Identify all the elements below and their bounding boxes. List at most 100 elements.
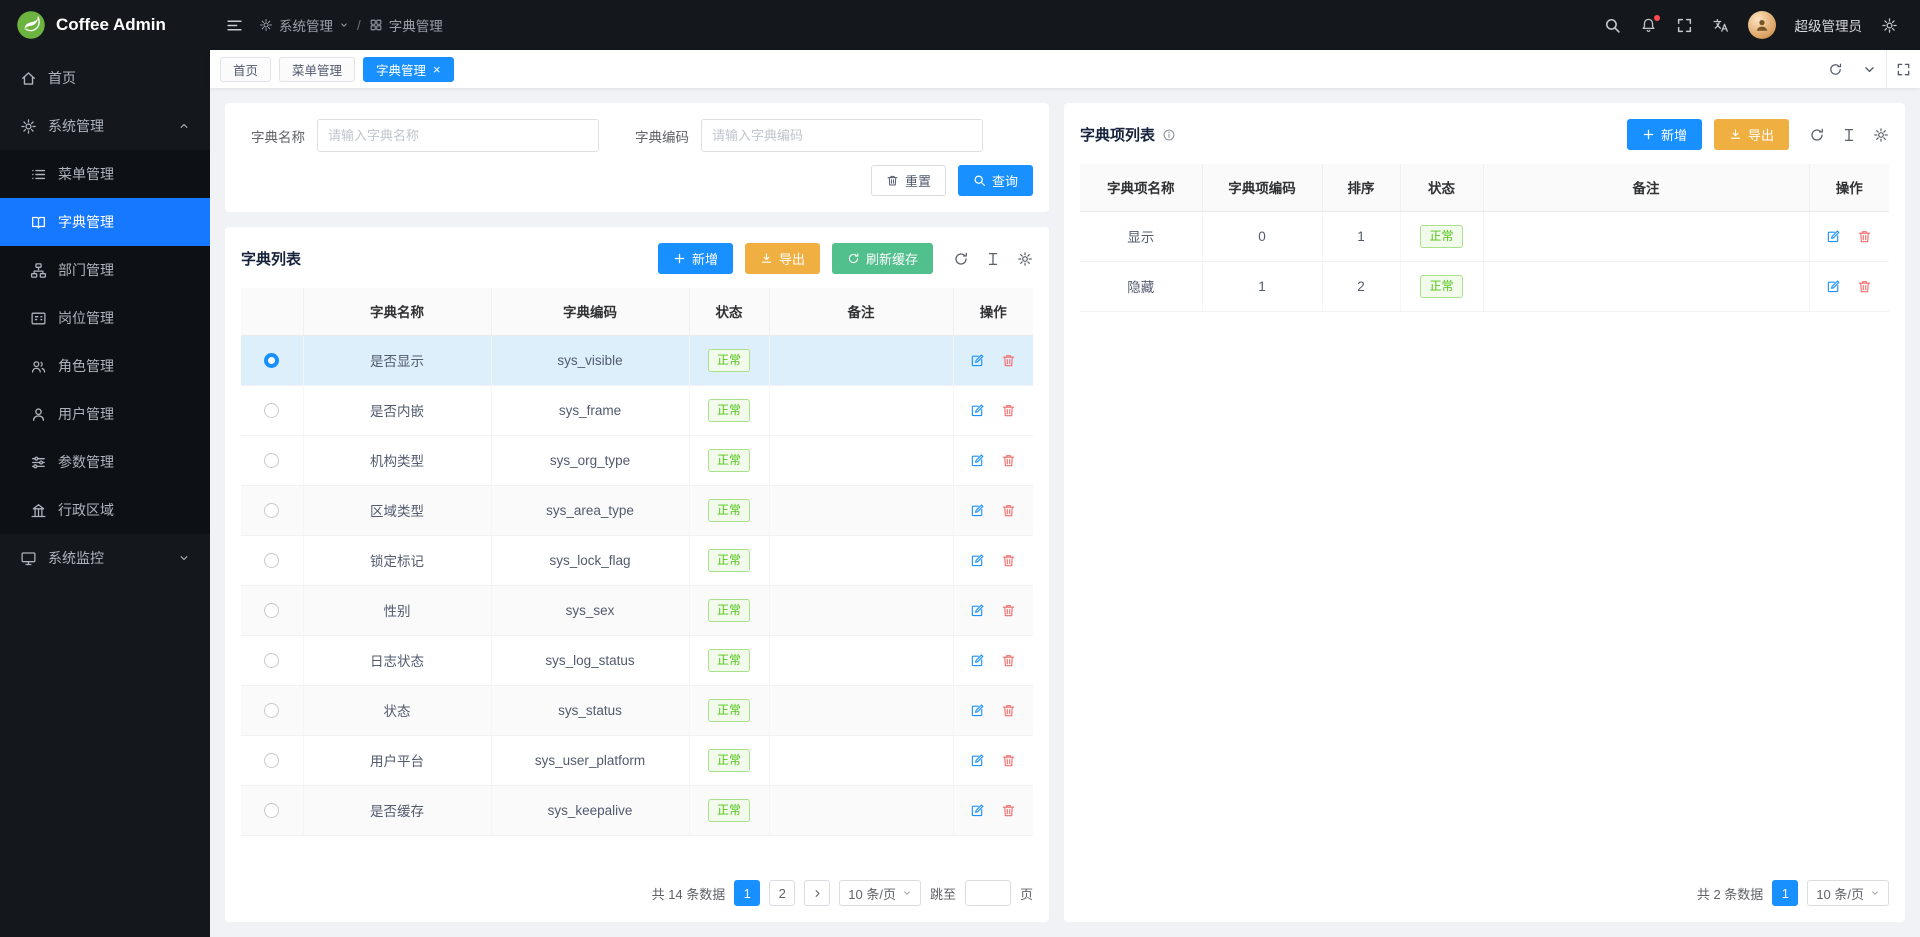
edit-icon[interactable]	[970, 803, 985, 818]
dict-name-input[interactable]	[317, 119, 599, 152]
row-radio[interactable]	[264, 803, 279, 818]
sidebar-item-home[interactable]: 首页	[0, 54, 210, 102]
info-icon[interactable]	[1162, 128, 1176, 142]
sidebar-item-region-mgmt[interactable]: 行政区域	[0, 486, 210, 534]
page-button-1[interactable]: 1	[734, 880, 760, 906]
row-radio[interactable]	[264, 653, 279, 668]
dict-code-input[interactable]	[701, 119, 983, 152]
sidebar-item-post-mgmt[interactable]: 岗位管理	[0, 294, 210, 342]
query-button[interactable]: 查询	[958, 165, 1033, 196]
sidebar-item-user-mgmt[interactable]: 用户管理	[0, 390, 210, 438]
row-radio[interactable]	[264, 553, 279, 568]
tab-home[interactable]: 首页	[220, 57, 271, 82]
edit-icon[interactable]	[970, 753, 985, 768]
delete-icon[interactable]	[1001, 403, 1016, 418]
dict-name: 区域类型	[303, 485, 491, 535]
page-size-select[interactable]: 10 条/页	[1807, 880, 1889, 906]
add-button[interactable]: 新增	[658, 243, 733, 274]
edit-icon[interactable]	[1826, 279, 1841, 294]
delete-icon[interactable]	[1001, 453, 1016, 468]
row-radio[interactable]	[264, 753, 279, 768]
delete-icon[interactable]	[1001, 353, 1016, 368]
sidebar-item-system-mgmt[interactable]: 系统管理	[0, 102, 210, 150]
density-icon[interactable]	[1841, 127, 1857, 143]
breadcrumb-dict-mgmt[interactable]: 字典管理	[369, 15, 443, 35]
table-row[interactable]: 是否缓存 sys_keepalive 正常	[241, 785, 1033, 835]
delete-icon[interactable]	[1001, 753, 1016, 768]
tab-close-icon[interactable]: ×	[433, 63, 441, 76]
sidebar-item-menu-mgmt[interactable]: 菜单管理	[0, 150, 210, 198]
refresh-icon[interactable]	[1809, 127, 1825, 143]
table-row[interactable]: 显示 0 1 正常	[1080, 211, 1889, 261]
column-settings-gear-icon[interactable]	[1017, 251, 1033, 267]
export-button[interactable]: 导出	[745, 243, 820, 274]
app-logo[interactable]: Coffee Admin	[0, 0, 210, 50]
edit-icon[interactable]	[970, 353, 985, 368]
jump-page-input[interactable]	[965, 880, 1011, 906]
row-radio[interactable]	[264, 353, 279, 368]
delete-icon[interactable]	[1001, 803, 1016, 818]
delete-icon[interactable]	[1001, 703, 1016, 718]
refresh-cache-button[interactable]: 刷新缓存	[832, 243, 933, 274]
tab-dict-mgmt[interactable]: 字典管理 ×	[363, 57, 454, 82]
delete-icon[interactable]	[1857, 279, 1872, 294]
table-row[interactable]: 状态 sys_status 正常	[241, 685, 1033, 735]
density-icon[interactable]	[985, 251, 1001, 267]
page-size-select[interactable]: 10 条/页	[839, 880, 921, 906]
add-item-button[interactable]: 新增	[1627, 119, 1702, 150]
row-radio[interactable]	[264, 603, 279, 618]
avatar[interactable]	[1748, 11, 1776, 39]
sidebar-item-role-mgmt[interactable]: 角色管理	[0, 342, 210, 390]
table-row[interactable]: 锁定标记 sys_lock_flag 正常	[241, 535, 1033, 585]
export-items-button[interactable]: 导出	[1714, 119, 1789, 150]
delete-icon[interactable]	[1001, 653, 1016, 668]
row-radio[interactable]	[264, 453, 279, 468]
edit-icon[interactable]	[1826, 229, 1841, 244]
row-radio[interactable]	[264, 703, 279, 718]
sidebar-item-param-mgmt[interactable]: 参数管理	[0, 438, 210, 486]
tabs-dropdown-icon[interactable]	[1852, 50, 1886, 88]
row-radio[interactable]	[264, 403, 279, 418]
notification-bell-icon[interactable]	[1640, 17, 1657, 34]
edit-icon[interactable]	[970, 703, 985, 718]
edit-icon[interactable]	[970, 503, 985, 518]
edit-icon[interactable]	[970, 603, 985, 618]
status-badge: 正常	[1420, 275, 1462, 298]
edit-icon[interactable]	[970, 403, 985, 418]
delete-icon[interactable]	[1001, 553, 1016, 568]
table-row[interactable]: 区域类型 sys_area_type 正常	[241, 485, 1033, 535]
settings-gear-icon[interactable]	[1881, 17, 1898, 34]
search-icon[interactable]	[1604, 17, 1621, 34]
table-row[interactable]: 用户平台 sys_user_platform 正常	[241, 735, 1033, 785]
edit-icon[interactable]	[970, 653, 985, 668]
column-settings-gear-icon[interactable]	[1873, 127, 1889, 143]
table-row[interactable]: 机构类型 sys_org_type 正常	[241, 435, 1033, 485]
table-row[interactable]: 是否显示 sys_visible 正常	[241, 335, 1033, 385]
reset-button[interactable]: 重置	[871, 165, 946, 196]
edit-icon[interactable]	[970, 453, 985, 468]
table-row[interactable]: 隐藏 1 2 正常	[1080, 261, 1889, 311]
page-button-2[interactable]: 2	[769, 880, 795, 906]
delete-icon[interactable]	[1857, 229, 1872, 244]
sidebar-collapse-icon[interactable]	[226, 17, 243, 34]
tab-menu-mgmt[interactable]: 菜单管理	[279, 57, 355, 82]
table-row[interactable]: 是否内嵌 sys_frame 正常	[241, 385, 1033, 435]
table-row[interactable]: 日志状态 sys_log_status 正常	[241, 635, 1033, 685]
edit-icon[interactable]	[970, 553, 985, 568]
page-button-1[interactable]: 1	[1772, 880, 1798, 906]
refresh-icon[interactable]	[953, 251, 969, 267]
delete-icon[interactable]	[1001, 503, 1016, 518]
fullscreen-icon[interactable]	[1676, 17, 1693, 34]
translate-icon[interactable]	[1712, 17, 1729, 34]
sidebar-item-dict-mgmt[interactable]: 字典管理	[0, 198, 210, 246]
content-fullscreen-icon[interactable]	[1886, 50, 1920, 88]
table-row[interactable]: 性别 sys_sex 正常	[241, 585, 1033, 635]
tabs-refresh-icon[interactable]	[1818, 50, 1852, 88]
sidebar-item-dept-mgmt[interactable]: 部门管理	[0, 246, 210, 294]
username-label[interactable]: 超级管理员	[1795, 15, 1863, 35]
delete-icon[interactable]	[1001, 603, 1016, 618]
breadcrumb-system-mgmt[interactable]: 系统管理	[259, 15, 349, 35]
sidebar-item-system-monitor[interactable]: 系统监控	[0, 534, 210, 582]
next-page-button[interactable]	[804, 880, 830, 906]
row-radio[interactable]	[264, 503, 279, 518]
